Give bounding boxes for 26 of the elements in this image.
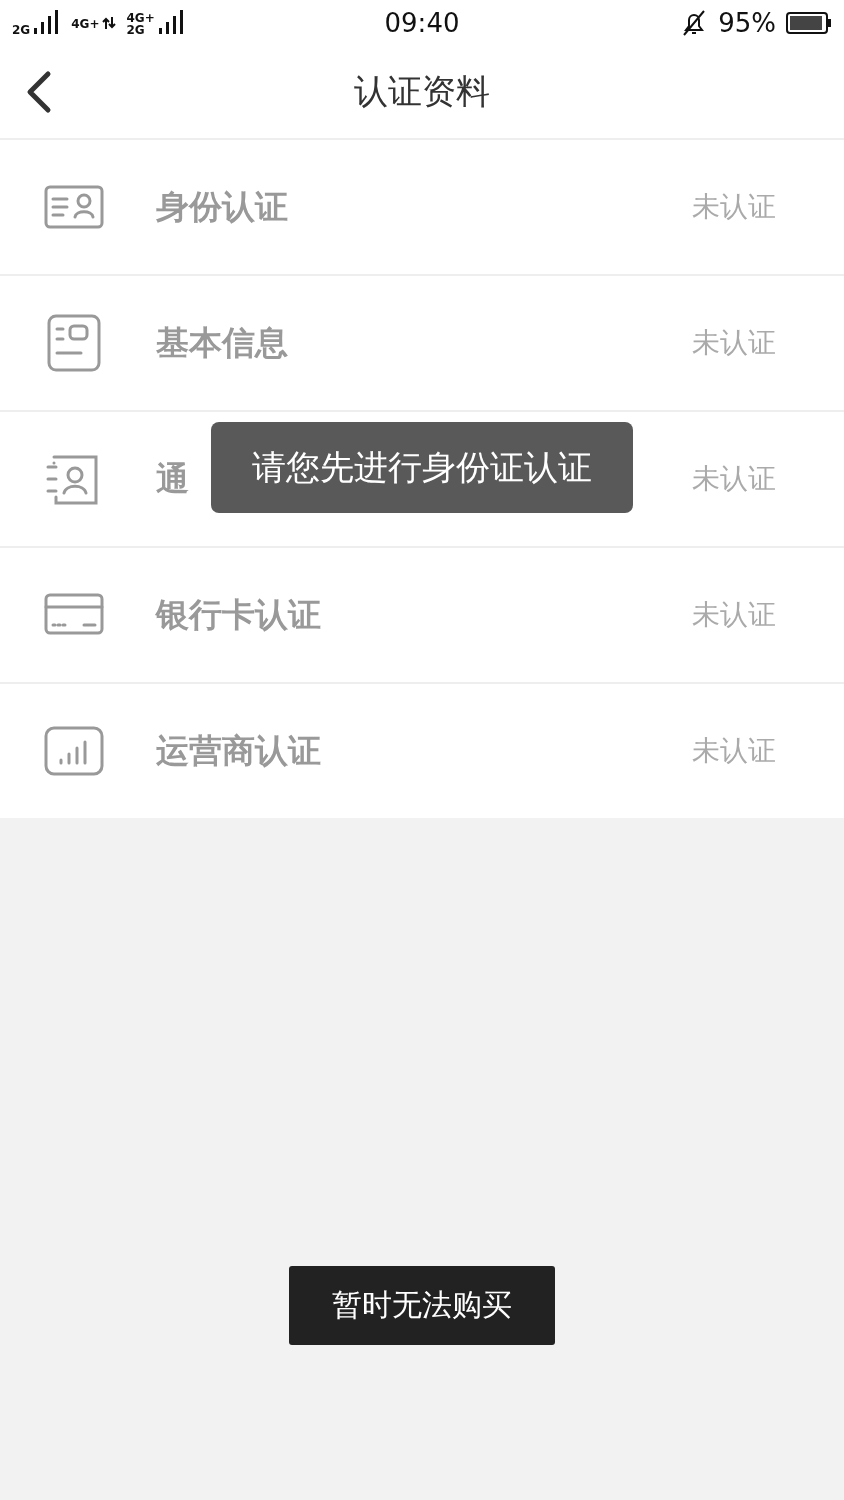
row-title: 运营商认证: [156, 729, 321, 772]
toast-message: 请您先进行身份证认证: [211, 422, 633, 513]
verification-row[interactable]: 基本信息 未认证: [0, 274, 844, 410]
battery-icon: [786, 12, 832, 34]
data-arrows-icon: [102, 16, 117, 30]
network-label: 4G+: [71, 18, 100, 30]
row-title: 身份认证: [156, 185, 288, 228]
network-label: 2G: [12, 24, 31, 36]
network-label: 2G: [126, 24, 146, 36]
row-title: 银行卡认证: [156, 593, 321, 636]
battery-percent: 95%: [718, 8, 776, 38]
verification-row[interactable]: 身份认证 未认证: [0, 140, 844, 274]
network-label: 4G+: [126, 12, 155, 24]
row-status: 未认证: [692, 325, 776, 361]
row-status: 未认证: [692, 461, 776, 497]
signal-icon: [157, 10, 186, 36]
status-time: 09:40: [384, 8, 460, 38]
row-status: 未认证: [692, 597, 776, 633]
verification-row[interactable]: 运营商认证 未认证: [0, 682, 844, 818]
row-status: 未认证: [692, 189, 776, 225]
purchase-button[interactable]: 暂时无法购买: [289, 1266, 555, 1345]
row-title: 基本信息: [156, 321, 288, 364]
page-title: 认证资料: [354, 70, 490, 113]
row-status: 未认证: [692, 733, 776, 769]
verification-row[interactable]: 银行卡认证 未认证: [0, 546, 844, 682]
row-title: 通: [156, 457, 189, 500]
